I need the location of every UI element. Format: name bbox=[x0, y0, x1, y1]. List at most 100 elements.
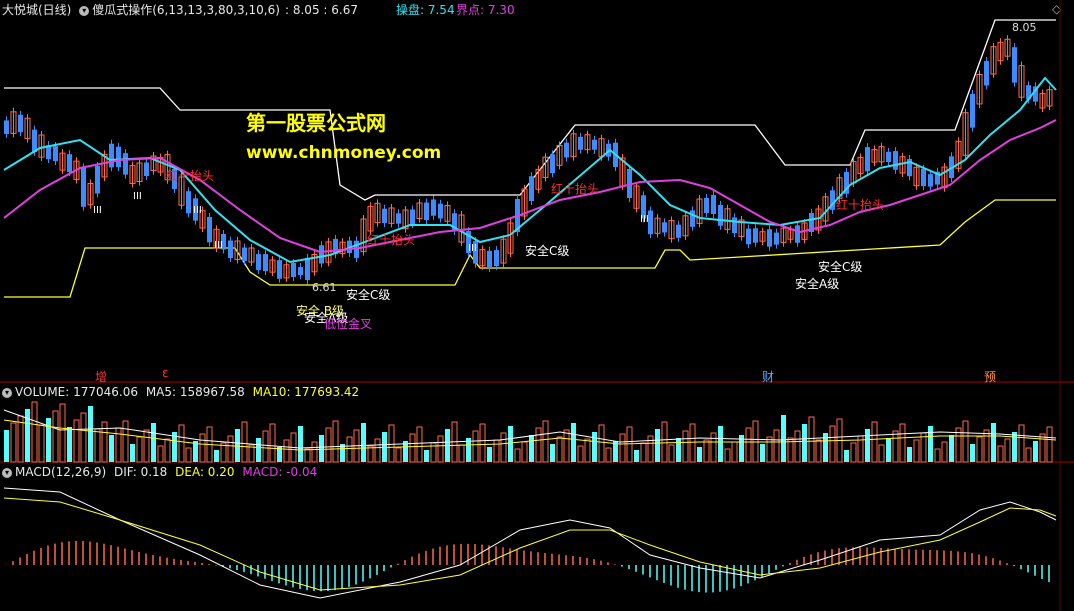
volume-bar bbox=[794, 430, 801, 463]
candle-body bbox=[676, 224, 681, 238]
upper-band-path bbox=[4, 19, 1056, 201]
candle-body bbox=[718, 205, 723, 226]
annotation-iii: III bbox=[133, 191, 142, 202]
volume-bar bbox=[584, 438, 591, 463]
low-price-marker: 6.61 bbox=[312, 281, 337, 294]
candle-body bbox=[767, 229, 772, 247]
candle-body bbox=[242, 247, 247, 261]
volume-bar bbox=[760, 444, 765, 462]
candle-body bbox=[305, 257, 310, 281]
candle-body bbox=[795, 225, 800, 243]
candle-body bbox=[116, 146, 121, 168]
volume-bar bbox=[514, 448, 521, 463]
volume-bar bbox=[59, 403, 66, 463]
event-marker-cai[interactable]: 财 bbox=[762, 368, 774, 385]
volume-bar bbox=[521, 441, 528, 463]
volume-bar bbox=[374, 438, 381, 463]
volume-bar bbox=[269, 423, 276, 463]
volume-bar bbox=[416, 426, 423, 463]
volume-bar bbox=[122, 420, 129, 463]
volume-bar bbox=[871, 421, 878, 463]
watermark-title: 第一股票公式网 bbox=[246, 111, 386, 135]
volume-bar bbox=[395, 447, 402, 463]
annotation-hongshi: 红十抬头 bbox=[367, 233, 416, 247]
volume-bar bbox=[808, 416, 815, 463]
volume-bar bbox=[766, 436, 773, 463]
annotation-hongshi: 红十抬头 bbox=[836, 198, 885, 212]
volume-bar bbox=[619, 433, 626, 463]
volume-bar bbox=[31, 401, 38, 463]
candle-body bbox=[207, 217, 212, 243]
candle-body bbox=[984, 61, 989, 86]
macd-histogram bbox=[3, 487, 1057, 599]
candle-body bbox=[662, 222, 667, 233]
candle-body bbox=[95, 165, 100, 194]
macd-dif-path bbox=[3, 487, 1057, 599]
volume-bar bbox=[1046, 426, 1053, 463]
volume-bar bbox=[164, 438, 171, 463]
volume-bar bbox=[1025, 447, 1032, 463]
volume-bar bbox=[689, 423, 696, 463]
candle-body bbox=[487, 250, 492, 268]
volume-bar bbox=[424, 450, 429, 462]
volume-bar bbox=[850, 442, 857, 463]
candle-body bbox=[732, 217, 737, 233]
annotation-iii: III bbox=[93, 205, 102, 216]
volume-bars bbox=[3, 401, 1057, 463]
volume-bar bbox=[67, 427, 72, 462]
volume-bar bbox=[802, 424, 807, 462]
annotation-anquan-a: 安全A级 bbox=[795, 277, 840, 291]
volume-bar bbox=[80, 412, 87, 463]
event-marker-epsilon[interactable]: ε bbox=[162, 366, 169, 380]
dropdown-icon[interactable]: ▾ bbox=[2, 387, 12, 398]
macd-dea-path bbox=[3, 497, 1057, 591]
volume-bar bbox=[157, 445, 164, 463]
volume-bar bbox=[781, 415, 786, 462]
volume-bar bbox=[361, 423, 366, 462]
volume-bar bbox=[319, 435, 324, 462]
candle-body bbox=[32, 129, 37, 152]
volume-bar bbox=[52, 410, 59, 463]
volume-bar bbox=[934, 448, 941, 463]
volume-bar bbox=[508, 426, 513, 462]
dropdown-icon[interactable]: ▾ bbox=[2, 467, 12, 478]
candle-body bbox=[886, 151, 891, 163]
volume-header: ▾ VOLUME: 177046.06 MA5: 158967.58 MA10: … bbox=[2, 385, 359, 399]
volume-bar bbox=[655, 429, 660, 462]
volume-bar bbox=[437, 435, 444, 463]
volume-bar bbox=[703, 439, 710, 463]
volume-bar bbox=[256, 438, 261, 462]
candle-body bbox=[382, 208, 387, 223]
candle-body bbox=[410, 209, 415, 224]
volume-bar bbox=[4, 430, 9, 462]
volume-bar bbox=[388, 424, 395, 463]
volume-bar bbox=[535, 427, 542, 463]
volume-bar bbox=[571, 423, 576, 462]
volume-bar bbox=[227, 435, 234, 463]
volume-bar bbox=[136, 436, 143, 463]
candle-body bbox=[746, 228, 751, 245]
volume-bar bbox=[115, 427, 122, 463]
volume-bar bbox=[143, 429, 150, 463]
volume-bar bbox=[941, 441, 948, 463]
candle-body bbox=[228, 240, 233, 258]
volume-bar bbox=[556, 436, 563, 463]
volume-bar bbox=[472, 430, 479, 463]
volume-bar bbox=[626, 426, 633, 463]
candle-body bbox=[438, 203, 443, 219]
volume-bar bbox=[563, 429, 570, 463]
volume-bar bbox=[878, 444, 885, 463]
volume-bar bbox=[634, 450, 639, 462]
volume-bar bbox=[724, 448, 731, 463]
annotation-iii: III bbox=[214, 240, 223, 251]
candle-body bbox=[18, 114, 23, 133]
event-marker-zeng[interactable]: 增 bbox=[95, 368, 107, 385]
chart-canvas[interactable] bbox=[0, 0, 1074, 611]
candle-body bbox=[431, 199, 436, 216]
upper-band-line bbox=[4, 19, 1056, 201]
event-marker-yu[interactable]: 预 bbox=[984, 368, 996, 385]
candle-body bbox=[291, 262, 296, 278]
volume-bar bbox=[661, 421, 668, 463]
volume-bar bbox=[10, 422, 17, 463]
candle-body bbox=[690, 210, 695, 227]
